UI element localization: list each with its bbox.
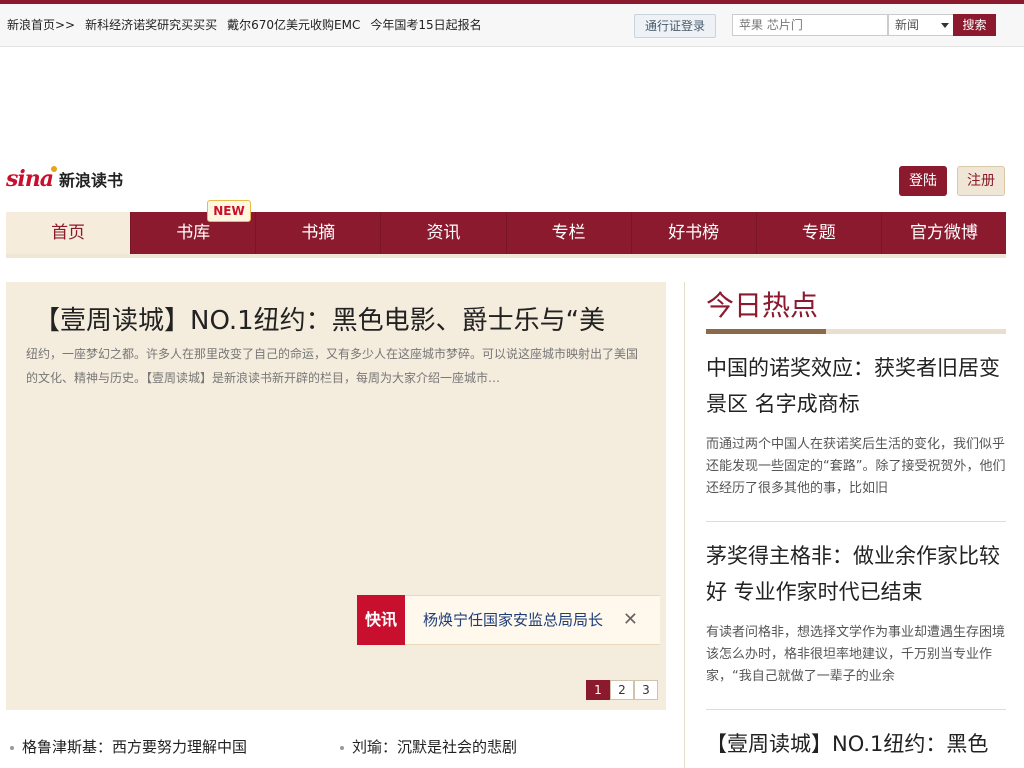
top-link-sina-home[interactable]: 新浪首页>>	[7, 18, 75, 32]
nav-item-topics[interactable]: 专题	[755, 212, 881, 254]
hot-summary: 有读者问格非，想选择文学作为事业却遭遇生存困境该怎么办时，格非很坦率地建议，千万…	[706, 625, 1006, 684]
nav-underline	[6, 254, 1006, 258]
top-links: 新浪首页>> 新科经济诺奖研究买买买 戴尔670亿美元收购EMC 今年国考15日起报名	[7, 16, 492, 33]
nav-item-top-books[interactable]: 好书榜	[630, 212, 756, 254]
pager-page-1[interactable]: 1	[586, 680, 610, 700]
hot-headline[interactable]: 中国的诺奖效应：获奖者旧居变景区 名字成商标	[706, 350, 1006, 422]
nav-item-home[interactable]: 首页	[6, 212, 131, 254]
nav-item-columns[interactable]: 专栏	[505, 212, 631, 254]
hot-headline[interactable]: 茅奖得主格非：做业余作家比较好 专业作家时代已结束	[706, 538, 1006, 610]
site-name: 新浪读书	[59, 171, 124, 190]
nav-item-news[interactable]: 资讯	[380, 212, 505, 254]
feature-slider: 【壹周读城】NO.1纽约：黑色电影、爵士乐与“美 纽约，一座梦幻之都。许多人在那…	[6, 282, 666, 710]
column-divider	[684, 282, 685, 768]
top-link-exam[interactable]: 今年国考15日起报名	[370, 18, 481, 32]
sidebar-title-accent	[706, 329, 826, 334]
register-button[interactable]: 注册	[957, 166, 1005, 196]
feature-description: 纽约，一座梦幻之都。许多人在那里改变了自己的命运，又有多少人在这座城市梦碎。可以…	[26, 347, 639, 385]
sina-eye-icon	[51, 166, 57, 172]
sina-logo-mark: sina	[6, 166, 59, 192]
search-category-value: 新闻	[895, 18, 920, 32]
slider-pager: 1 2 3	[586, 680, 658, 700]
list-item[interactable]: 格鲁津斯基：西方要努力理解中国	[10, 736, 247, 757]
top-bar: 新浪首页>> 新科经济诺奖研究买买买 戴尔670亿美元收购EMC 今年国考15日起报名…	[0, 4, 1024, 47]
divider	[706, 709, 1006, 710]
flash-label: 快讯	[357, 595, 405, 645]
top-link-dell[interactable]: 戴尔670亿美元收购EMC	[227, 18, 360, 32]
close-icon[interactable]: ✕	[623, 596, 638, 644]
hot-item: 【壹周读城】NO.1纽约：黑色	[706, 726, 1006, 762]
sidebar-title-bar	[706, 329, 1006, 334]
chevron-down-icon	[941, 23, 949, 28]
flash-body: 杨焕宁任国家安监总局局长 ✕	[405, 595, 660, 645]
main-nav: 首页 书库 书摘 资讯 专栏 好书榜 专题 官方微博	[6, 212, 1006, 254]
divider	[706, 521, 1006, 522]
hot-summary: 而通过两个中国人在获诺奖后生活的变化，我们似乎还能发现一些固定的“套路”。除了接…	[706, 437, 1006, 496]
pager-page-2[interactable]: 2	[610, 680, 634, 700]
login-button[interactable]: 登陆	[899, 166, 947, 196]
search-category-select[interactable]: 新闻	[888, 14, 956, 36]
hot-item: 茅奖得主格非：做业余作家比较好 专业作家时代已结束 有读者问格非，想选择文学作为…	[706, 538, 1006, 688]
flash-news: 快讯 杨焕宁任国家安监总局局长 ✕	[357, 595, 660, 645]
hot-headline[interactable]: 【壹周读城】NO.1纽约：黑色	[706, 726, 1006, 762]
list-item[interactable]: 刘瑜：沉默是社会的悲剧	[340, 736, 517, 757]
search-input[interactable]: 苹果 芯片门	[732, 14, 888, 36]
bullet-icon	[10, 745, 14, 750]
site-logo[interactable]: sina 新浪读书	[6, 166, 123, 196]
top-link-nobel[interactable]: 新科经济诺奖研究买买买	[85, 18, 217, 32]
list-item-text: 刘瑜：沉默是社会的悲剧	[352, 738, 518, 756]
hot-item: 中国的诺奖效应：获奖者旧居变景区 名字成商标 而通过两个中国人在获诺奖后生活的变…	[706, 350, 1006, 500]
list-item-text: 格鲁津斯基：西方要努力理解中国	[22, 738, 248, 756]
bullet-icon	[340, 745, 344, 750]
feature-title[interactable]: 【壹周读城】NO.1纽约：黑色电影、爵士乐与“美	[34, 300, 654, 337]
flash-link[interactable]: 杨焕宁任国家安监总局局长	[423, 596, 603, 644]
new-badge: NEW	[207, 200, 251, 222]
sidebar-title: 今日热点	[706, 289, 819, 322]
search-button[interactable]: 搜索	[953, 14, 996, 36]
nav-item-excerpts[interactable]: 书摘	[255, 212, 380, 254]
passport-login-button[interactable]: 通行证登录	[634, 14, 716, 38]
pager-page-3[interactable]: 3	[634, 680, 658, 700]
nav-item-official-weibo[interactable]: 官方微博	[880, 212, 1006, 254]
